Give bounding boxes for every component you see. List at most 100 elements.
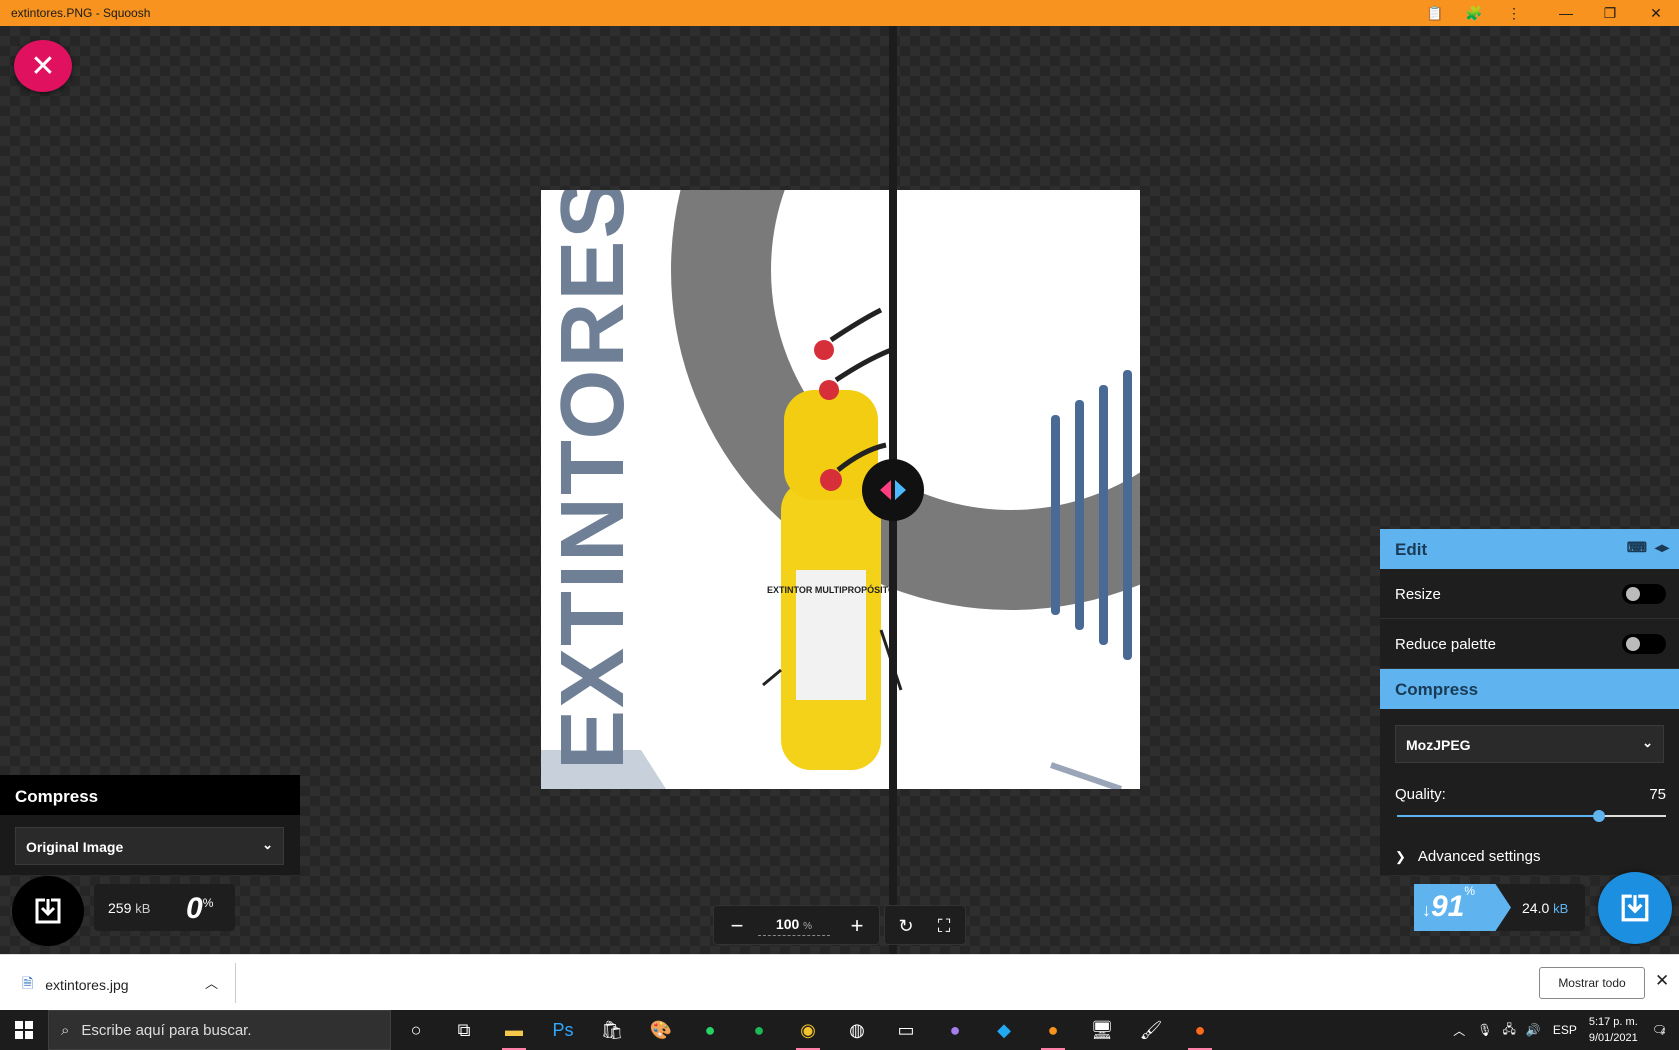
original-percent-unit: %: [202, 896, 214, 910]
rotate-icon[interactable]: ↻: [891, 912, 921, 940]
reduction-arrow: ↓: [1422, 900, 1431, 920]
quality-label: Quality:: [1395, 786, 1446, 803]
zoom-unit: %: [803, 921, 813, 932]
minimize-icon[interactable]: —: [1546, 0, 1586, 26]
restore-icon[interactable]: ❐: [1590, 0, 1630, 26]
taskbar-search[interactable]: ⌕ Escribe aquí para buscar.: [48, 1010, 391, 1050]
zoom-value-field[interactable]: 100 %: [758, 916, 830, 936]
squoosh-icon[interactable]: ●: [1037, 1014, 1069, 1050]
arrow-left-icon: [880, 480, 891, 500]
image-label-text: EXTINTOR MULTIPROPÓSITO: [767, 584, 895, 595]
codec-select[interactable]: MozJPEG ⌄: [1395, 725, 1664, 763]
right-options-panel: Edit ⌨ ◂▸ Resize Reduce palette Compress…: [1380, 529, 1679, 875]
download-file-name: extintores.jpg: [45, 977, 129, 993]
start-button[interactable]: [0, 1010, 48, 1050]
clock-time: 5:17 p. m.: [1588, 1016, 1638, 1028]
original-size-unit: kB: [135, 901, 151, 916]
terminal-app-icon[interactable]: ▭: [890, 1014, 922, 1046]
notifications-icon[interactable]: 🗨 4: [1652, 1023, 1667, 1037]
microphone-icon[interactable]: 🎙: [1477, 1023, 1492, 1037]
zoom-controls: − 100 % +: [713, 905, 880, 945]
reduction-value: 91: [1431, 890, 1465, 923]
firefox-icon[interactable]: ●: [1184, 1014, 1216, 1050]
chrome-icon[interactable]: ◉: [792, 1014, 824, 1050]
download-compressed-button[interactable]: [1598, 872, 1672, 944]
edit-heading: Edit: [1395, 540, 1428, 559]
download-icon: [35, 897, 61, 924]
zoom-in-button[interactable]: +: [842, 912, 872, 940]
discord-icon[interactable]: ◍: [841, 1014, 873, 1046]
app-icon[interactable]: ●: [939, 1014, 971, 1046]
search-placeholder: Escribe aquí para buscar.: [81, 1021, 252, 1039]
compressed-size-unit: kB: [1553, 901, 1569, 916]
windows-logo-icon: [15, 1021, 33, 1039]
paint-icon[interactable]: 🎨: [645, 1014, 677, 1046]
photoshop-icon[interactable]: Ps: [547, 1014, 579, 1046]
volume-icon[interactable]: 🔊: [1526, 1023, 1541, 1037]
close-image-button[interactable]: ✕: [14, 40, 72, 92]
divider: [235, 963, 236, 1003]
compress-section-header: Compress: [1380, 669, 1679, 709]
image-vertical-text: EXTINTORES: [543, 190, 643, 770]
file-explorer-icon[interactable]: ▬: [498, 1014, 530, 1050]
clipboard-icon[interactable]: 📋: [1415, 0, 1455, 26]
quality-slider[interactable]: [1397, 810, 1666, 822]
compressed-size-value: 24.0: [1522, 900, 1550, 916]
close-window-icon[interactable]: ✕: [1636, 0, 1676, 26]
resize-row: Resize: [1380, 569, 1679, 619]
terminal-icon[interactable]: ⌨: [1627, 539, 1647, 556]
computer-icon[interactable]: 🖥: [1086, 1014, 1118, 1046]
taskbar: ⌕ Escribe aquí para buscar. ○ ⧉ ▬ Ps 🛍 🎨…: [0, 1010, 1679, 1050]
view-controls: ↻ ⛶: [884, 905, 966, 945]
clock[interactable]: 5:17 p. m. 9/01/2021: [1589, 1014, 1638, 1046]
advanced-settings-toggle[interactable]: ❯ Advanced settings: [1395, 848, 1540, 865]
original-percent-value: 0: [186, 892, 203, 925]
chevron-up-icon[interactable]: ︿: [205, 973, 218, 992]
paint-app-icon[interactable]: 🖌: [1135, 1014, 1167, 1046]
menu-kebab-icon[interactable]: ⋮: [1494, 0, 1534, 26]
close-download-bar-icon[interactable]: ✕: [1655, 971, 1669, 991]
codec-value: MozJPEG: [1406, 737, 1471, 753]
quality-value: 75: [1649, 786, 1666, 803]
reduce-palette-toggle[interactable]: [1622, 634, 1666, 654]
show-all-button[interactable]: Mostrar todo: [1539, 967, 1645, 999]
whatsapp-icon[interactable]: ●: [694, 1014, 726, 1046]
zoom-out-button[interactable]: −: [722, 912, 752, 940]
left-panel-heading: Compress: [0, 775, 300, 815]
chevron-down-icon: ⌄: [262, 837, 273, 852]
download-original-button[interactable]: [12, 876, 84, 946]
preview-image[interactable]: EXTINTORES EXTINTOR MULTIPROPÓSITO: [541, 190, 1140, 789]
left-options-panel: Compress Original Image ⌄: [0, 775, 300, 875]
network-icon[interactable]: 🖧: [1502, 1020, 1515, 1041]
vscode-icon[interactable]: ◆: [988, 1014, 1020, 1046]
left-codec-select[interactable]: Original Image ⌄: [15, 827, 284, 865]
language-indicator[interactable]: ESP: [1553, 1023, 1577, 1037]
fit-screen-icon[interactable]: ⛶: [929, 912, 959, 940]
chevron-up-icon[interactable]: ︿: [1453, 1022, 1465, 1039]
system-tray: ︿ 🎙 🖧 🔊 ESP 5:17 p. m. 9/01/2021 🗨 4: [1453, 1010, 1679, 1050]
resize-label: Resize: [1395, 586, 1441, 603]
file-icon: 🗎: [22, 975, 34, 991]
original-size-value: 259: [108, 900, 132, 916]
swap-sides-icon[interactable]: ◂▸: [1655, 539, 1669, 556]
quality-slider-thumb[interactable]: [1592, 810, 1605, 822]
download-bar: 🗎 extintores.jpg ︿ Mostrar todo ✕: [0, 954, 1679, 1010]
resize-toggle[interactable]: [1622, 584, 1666, 604]
search-icon: ⌕: [61, 1021, 70, 1039]
divider-drag-handle[interactable]: [862, 459, 924, 521]
cortana-icon[interactable]: ○: [400, 1014, 432, 1046]
zoom-value: 100: [775, 916, 800, 932]
clock-date: 9/01/2021: [1588, 1032, 1638, 1044]
window-title: extintores.PNG - Squoosh: [11, 6, 151, 20]
chevron-down-icon: ⌄: [1642, 735, 1653, 750]
download-item[interactable]: 🗎 extintores.jpg: [22, 973, 129, 997]
reduction-badge: ↓91%: [1414, 884, 1511, 931]
spotify-icon[interactable]: ●: [743, 1014, 775, 1046]
extensions-icon[interactable]: 🧩: [1454, 0, 1494, 26]
store-icon[interactable]: 🛍: [596, 1014, 628, 1046]
edit-section-header: Edit ⌨ ◂▸: [1380, 529, 1679, 569]
task-view-icon[interactable]: ⧉: [448, 1014, 480, 1046]
quality-slider-fill: [1397, 815, 1599, 817]
close-icon: ✕: [30, 49, 56, 83]
notification-count: 4: [1660, 1027, 1666, 1036]
